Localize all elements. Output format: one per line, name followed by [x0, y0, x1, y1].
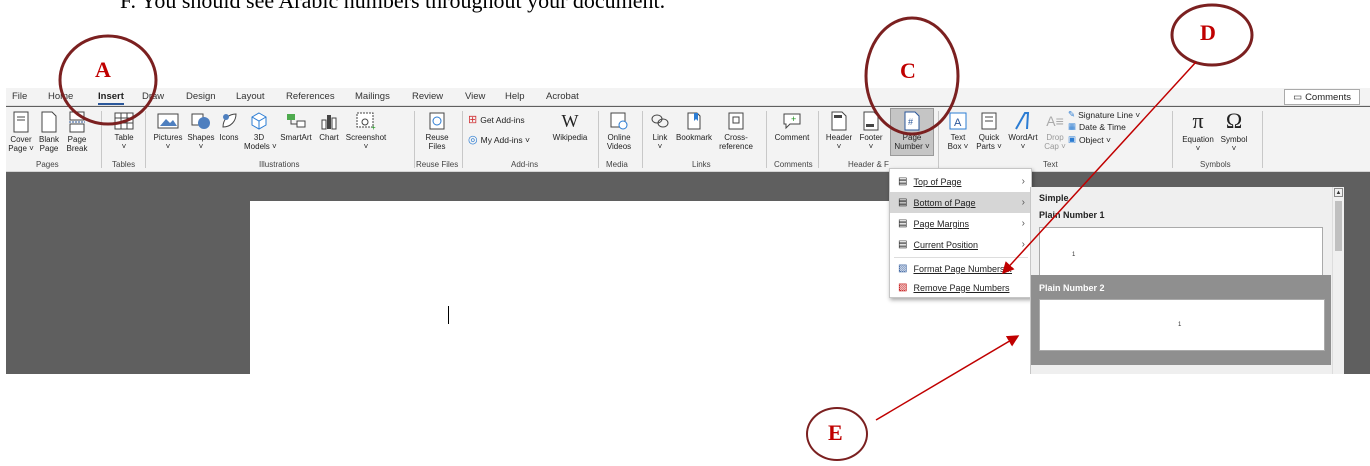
- annotation-arrow-e: [875, 335, 1020, 421]
- annotation-label-c: C: [900, 58, 916, 83]
- annotation-label-a: A: [95, 57, 111, 82]
- annotation-label-e: E: [828, 420, 843, 445]
- annotation-overlay: [58, 3, 1254, 421]
- annotation-label-d: D: [1200, 20, 1216, 45]
- annotation-arrow-d: [1001, 61, 1197, 275]
